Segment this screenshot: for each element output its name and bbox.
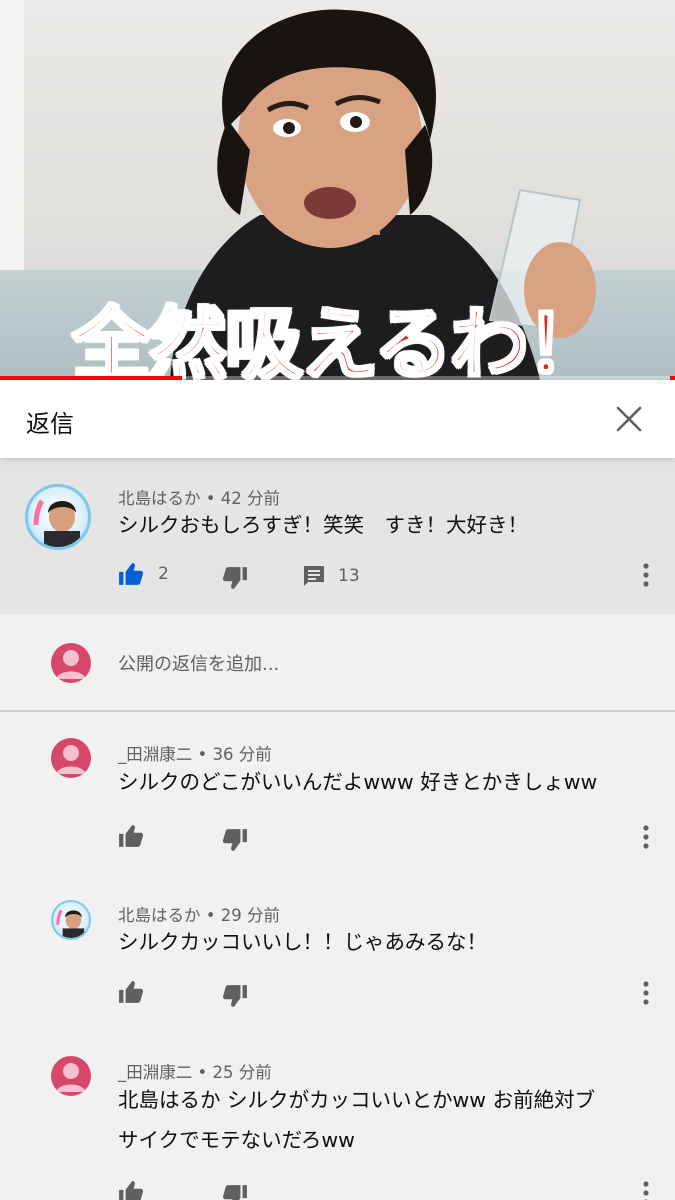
avatar[interactable]: [51, 900, 91, 940]
more-options-button[interactable]: [636, 978, 656, 1008]
avatar[interactable]: [51, 1056, 91, 1096]
kebab-menu-icon: [643, 1181, 649, 1200]
my-avatar: [51, 643, 91, 683]
comment-author[interactable]: _田淵康二: [118, 1063, 192, 1082]
like-button[interactable]: [118, 824, 144, 848]
reply-comment: _田淵康二 • 25 分前 北島はるか シルクがカッコいいとかww お前絶対ブ …: [0, 1032, 675, 1200]
default-user-icon: [56, 1063, 86, 1092]
thumbs-down-icon: [222, 985, 247, 1007]
thumbs-down-icon: [222, 829, 247, 851]
add-reply-row[interactable]: 公開の返信を追加...: [0, 614, 675, 712]
kebab-menu-icon: [643, 563, 649, 587]
default-user-icon: [56, 650, 86, 679]
comment-meta: 北島はるか • 29 分前: [118, 902, 280, 926]
reply-comment: 北島はるか • 29 分前 シルクカッコいいし！！じゃあみるな！: [0, 874, 675, 1032]
meta-separator: •: [192, 1063, 213, 1082]
avatar[interactable]: [25, 484, 91, 550]
kebab-menu-icon: [643, 981, 649, 1005]
comment-text-line2: サイクでモテないだろww: [118, 1128, 355, 1152]
meta-separator: •: [200, 489, 221, 508]
video-caption: 全然吸えるわ！: [71, 299, 606, 381]
avatar-image: [33, 499, 80, 547]
comment-time: 42 分前: [220, 489, 280, 508]
thumbs-down-icon: [222, 567, 247, 589]
comment-icon: [304, 566, 324, 586]
more-options-button[interactable]: [636, 560, 656, 590]
comment-text: シルクカッコいいし！！じゃあみるな！: [118, 930, 487, 954]
video-player[interactable]: 全然吸えるわ！: [0, 0, 675, 380]
thumbs-up-icon: [119, 825, 144, 847]
close-button[interactable]: [604, 394, 654, 444]
comment-author[interactable]: 北島はるか: [118, 906, 201, 925]
comment-text-line1: 北島はるか シルクがカッコいいとかww お前絶対ブ: [118, 1088, 596, 1112]
dislike-button[interactable]: [222, 566, 248, 590]
thumbs-up-icon: [119, 981, 144, 1003]
like-button[interactable]: 2: [118, 562, 169, 586]
comment-meta: _田淵康二 • 25 分前: [118, 1059, 272, 1083]
like-button[interactable]: [118, 1180, 144, 1200]
comment-text: シルクのどこがいいんだよwww 好きとかきしょww: [118, 770, 598, 794]
reply-panel-title: 返信: [26, 410, 74, 438]
main-comment: 北島はるか • 42 分前 シルクおもしろすぎ！笑笑 すき！大好き！ 2 13: [0, 458, 675, 614]
meta-separator: •: [192, 745, 213, 764]
comment-time: 25 分前: [212, 1063, 272, 1082]
comment-time: 36 分前: [212, 745, 272, 764]
close-icon: [616, 406, 642, 432]
meta-separator: •: [200, 906, 221, 925]
dislike-button[interactable]: [222, 984, 248, 1008]
thumbs-up-icon: [119, 1181, 144, 1200]
replies-button[interactable]: 13: [302, 564, 360, 588]
comment-author[interactable]: _田淵康二: [118, 745, 192, 764]
thumbs-up-icon: [119, 563, 144, 585]
more-options-button[interactable]: [636, 1178, 656, 1200]
reply-comment: _田淵康二 • 36 分前 シルクのどこがいいんだよwww 好きとかきしょww: [0, 714, 675, 874]
reply-count: 13: [338, 566, 360, 586]
dislike-button[interactable]: [222, 1184, 248, 1200]
more-options-button[interactable]: [636, 822, 656, 852]
comment-author[interactable]: 北島はるか: [118, 489, 201, 508]
comment-text: シルクおもしろすぎ！笑笑 すき！大好き！: [118, 513, 528, 537]
reply-panel-header: 返信: [0, 380, 675, 458]
thumbs-down-icon: [222, 1185, 247, 1200]
kebab-menu-icon: [643, 825, 649, 849]
like-count: 2: [158, 564, 169, 584]
avatar[interactable]: [51, 738, 91, 778]
add-reply-input[interactable]: 公開の返信を追加...: [118, 650, 279, 676]
default-user-icon: [56, 745, 86, 774]
like-button[interactable]: [118, 980, 144, 1004]
comment-meta: _田淵康二 • 36 分前: [118, 741, 272, 765]
comment-time: 29 分前: [220, 906, 280, 925]
avatar-image: [56, 909, 85, 938]
comment-meta: 北島はるか • 42 分前: [118, 485, 280, 509]
dislike-button[interactable]: [222, 828, 248, 852]
